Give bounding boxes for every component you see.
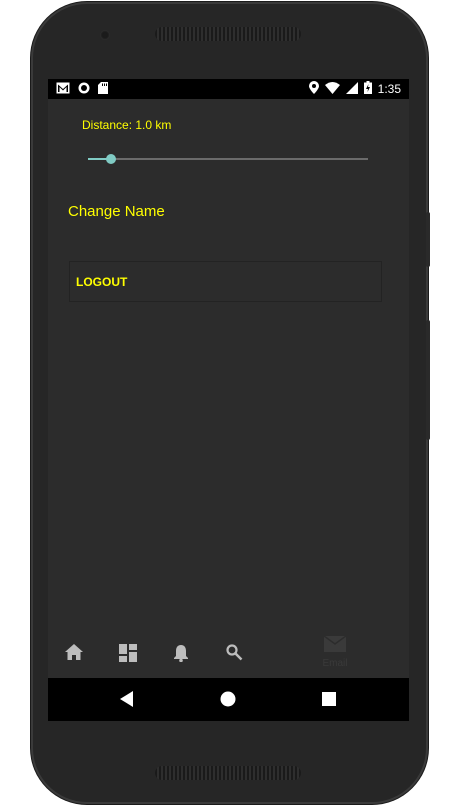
battery-icon	[363, 81, 372, 97]
volume-button	[426, 212, 430, 267]
logout-label: LOGOUT	[76, 274, 128, 289]
home-icon[interactable]	[65, 644, 83, 665]
email-label: Email	[322, 658, 348, 669]
bottom-speaker	[155, 766, 301, 780]
circle-notification-icon	[78, 82, 90, 97]
slider-thumb[interactable]	[106, 154, 116, 164]
power-button	[426, 320, 430, 440]
recents-icon[interactable]	[322, 692, 336, 711]
wifi-icon	[324, 81, 340, 97]
top-speaker	[155, 27, 301, 41]
distance-label: Distance: 1.0 km	[82, 118, 172, 132]
email-nav-item[interactable]: Email	[317, 635, 353, 669]
change-name-button[interactable]: Change Name	[68, 203, 165, 220]
email-icon	[323, 635, 347, 656]
back-icon[interactable]	[120, 691, 134, 712]
screen: 1:35 Distance: 1.0 km Change Name LOGOUT	[48, 79, 409, 721]
signal-icon	[345, 81, 358, 97]
bottom-navigation: Email	[48, 627, 409, 678]
bell-icon[interactable]	[173, 644, 189, 667]
dashboard-icon[interactable]	[119, 644, 137, 667]
phone-frame: 1:35 Distance: 1.0 km Change Name LOGOUT	[31, 2, 430, 804]
status-bar: 1:35	[48, 79, 409, 99]
system-navigation-bar	[48, 678, 409, 721]
sd-card-icon	[98, 82, 108, 97]
location-icon	[308, 81, 319, 97]
front-camera	[100, 30, 110, 40]
gmail-icon	[56, 82, 70, 97]
status-time: 1:35	[377, 82, 401, 96]
logout-button[interactable]: LOGOUT	[69, 261, 382, 302]
distance-slider[interactable]	[88, 151, 368, 167]
search-icon[interactable]	[226, 644, 243, 666]
slider-track	[88, 158, 368, 160]
home-circle-icon[interactable]	[220, 691, 236, 712]
